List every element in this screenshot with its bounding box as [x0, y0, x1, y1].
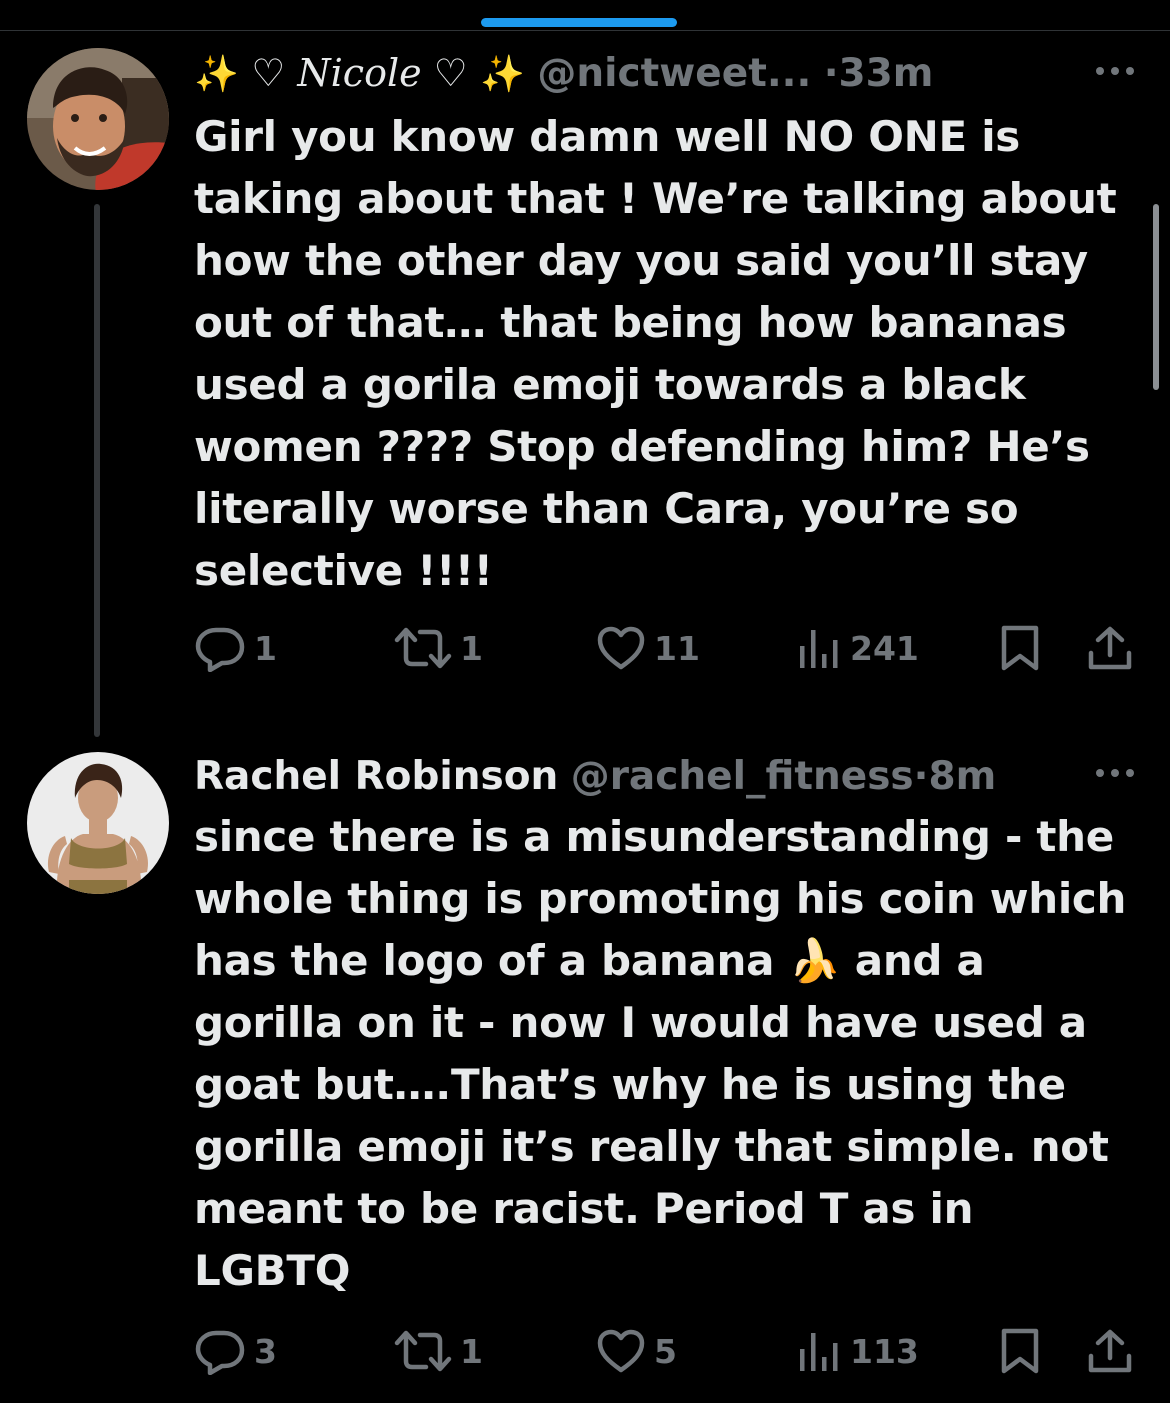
scrollbar[interactable]	[1153, 204, 1159, 390]
timestamp[interactable]: 8m	[928, 754, 996, 799]
views-button[interactable]: 113	[798, 1326, 919, 1376]
tweet-text-line: since there is a misunderstanding - the	[194, 812, 1114, 861]
reply-count: 1	[254, 628, 277, 668]
bookmark-icon	[1001, 1328, 1039, 1374]
tweet-text: Girl you know damn well NO ONE is taking…	[194, 106, 1124, 602]
share-icon	[1088, 1329, 1132, 1373]
tweet-text-line: LGBTQ	[194, 1246, 351, 1295]
retweet-count: 1	[460, 628, 483, 668]
thread-connector-line	[94, 204, 100, 737]
reply-icon	[195, 1330, 245, 1375]
tweet-header: ✨ ♡ Nicole ♡ ✨ @nictweet... ·33m	[194, 48, 1094, 98]
reply-icon	[195, 627, 245, 672]
tweet-text-line: goat but….That’s why he is using the	[194, 1060, 1066, 1109]
sparkle-emoji: ✨	[480, 54, 525, 95]
tweet-actions: 1 1 11 241	[194, 623, 1144, 673]
tweet-text-line: gorilla on it - now I would have used a	[194, 998, 1087, 1047]
view-count: 241	[850, 628, 919, 668]
refresh-indicator	[481, 18, 677, 27]
top-bar	[0, 0, 1170, 31]
separator-dot: ·	[913, 754, 929, 799]
heart-icon	[597, 1329, 645, 1373]
display-name[interactable]: Rachel Robinson	[194, 754, 558, 799]
like-button[interactable]: 5	[596, 1326, 677, 1376]
sparkle-emoji: ✨	[194, 54, 239, 95]
share-button[interactable]	[1087, 1326, 1133, 1376]
tweet-text-line: meant to be racist. Period T as in	[194, 1184, 974, 1233]
user-handle[interactable]: @nictweet...	[537, 51, 811, 96]
reply-button[interactable]: 1	[194, 623, 277, 673]
separator-dot: ·	[823, 51, 839, 96]
tweet-text-line: used a gorila emoji towards a black	[194, 360, 1026, 409]
avatar-photo-woman-icon	[27, 752, 169, 894]
like-button[interactable]: 11	[596, 623, 700, 673]
reply-button[interactable]: 3	[194, 1326, 277, 1376]
retweet-icon	[394, 1330, 452, 1372]
retweet-button[interactable]: 1	[394, 1326, 483, 1376]
tweet-actions: 3 1 5 113	[194, 1326, 1144, 1376]
views-button[interactable]: 241	[798, 623, 919, 673]
tweet-text-line: selective !!!!	[194, 546, 493, 595]
display-name[interactable]: ♡ Nicole ♡	[251, 51, 468, 95]
user-handle[interactable]: @rachel_fitness	[571, 754, 914, 799]
avatar[interactable]	[27, 752, 169, 894]
view-count: 113	[850, 1331, 919, 1371]
retweet-icon	[394, 627, 452, 669]
tweet-header: Rachel Robinson @rachel_fitness·8m	[194, 752, 1094, 802]
timestamp[interactable]: 33m	[839, 51, 934, 96]
tweet-text-line: whole thing is promoting his coin which	[194, 874, 1127, 923]
heart-icon	[597, 626, 645, 670]
tweet-text-line: how the other day you said you’ll stay	[194, 236, 1088, 285]
tweet-text-line: gorilla emoji it’s really that simple. n…	[194, 1122, 1109, 1171]
tweet-text-line: has the logo of a banana 🍌 and a	[194, 936, 985, 985]
tweet-text-line: literally worse than Cara, you’re so	[194, 484, 1019, 533]
reply-count: 3	[254, 1331, 277, 1371]
avatar-photo-man-icon	[27, 48, 169, 190]
like-count: 11	[654, 628, 700, 668]
tweet-text: since there is a misunderstanding - the …	[194, 806, 1127, 1302]
avatar[interactable]	[27, 48, 169, 190]
tweet-text-line: taking about that ! We’re talking about	[194, 174, 1117, 223]
tweet-text-line: Girl you know damn well NO ONE is	[194, 112, 1020, 161]
bookmark-button[interactable]	[1000, 623, 1040, 673]
bookmark-button[interactable]	[1000, 1326, 1040, 1376]
retweet-button[interactable]: 1	[394, 623, 483, 673]
tweet-text-line: women ???? Stop defending him? He’s	[194, 422, 1090, 471]
share-button[interactable]	[1087, 623, 1133, 673]
more-options-icon[interactable]	[1090, 758, 1140, 788]
analytics-icon	[800, 630, 838, 668]
retweet-count: 1	[460, 1331, 483, 1371]
bookmark-icon	[1001, 625, 1039, 671]
analytics-icon	[800, 1333, 838, 1371]
share-icon	[1088, 626, 1132, 670]
more-options-icon[interactable]	[1090, 56, 1140, 86]
like-count: 5	[654, 1331, 677, 1371]
tweet-text-line: out of that… that being how bananas	[194, 298, 1067, 347]
